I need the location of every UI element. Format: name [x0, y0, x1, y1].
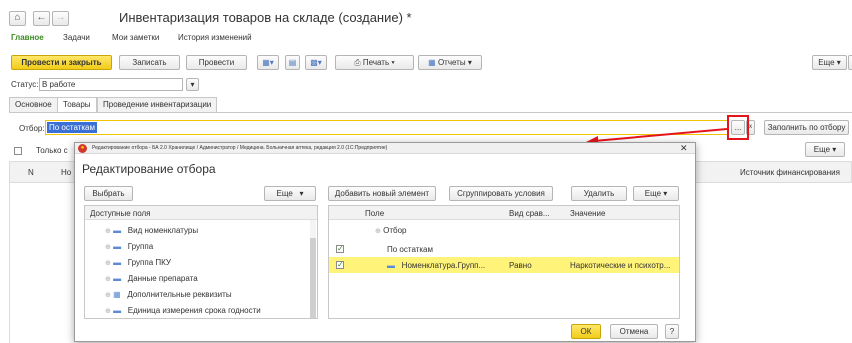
available-fields-panel: Доступные поля ⊕ ▬ Вид номенклатуры ⊕ ▬ …: [84, 205, 318, 319]
col-value-header: Значение: [570, 209, 606, 218]
field-item[interactable]: ⊕ ▬ Единица измерения срока годности: [105, 306, 261, 315]
condition-checkbox[interactable]: ✓: [336, 261, 344, 269]
group-conditions-button[interactable]: Сгруппировать условия: [449, 186, 553, 201]
conditions-header: Поле Вид срав... Значение: [329, 206, 679, 220]
field-item[interactable]: ⊕ ▬ Группа: [105, 242, 153, 251]
root-row[interactable]: ⊕ Отбор: [375, 226, 406, 235]
dialog-close-icon[interactable]: ✕: [680, 143, 688, 154]
select-button[interactable]: Выбрать: [84, 186, 133, 201]
left-scrollbar-thumb[interactable]: [310, 238, 316, 318]
field-item[interactable]: ⊕ ▬ Данные препарата: [105, 274, 198, 283]
right-more-label: Еще: [644, 189, 662, 198]
dialog-heading: Редактирование отбора: [82, 162, 216, 176]
condition-row[interactable]: ✓ ▬ Номенклатура.Групп... Равно Наркотич…: [329, 257, 679, 273]
dialog-help-button[interactable]: ?: [665, 324, 679, 339]
available-fields-label: Доступные поля: [90, 209, 151, 218]
group-label: По остаткам: [387, 245, 434, 254]
col-field-header: Поле: [365, 209, 385, 218]
field-item[interactable]: ⊕ ▬ Группа ПКУ: [105, 258, 171, 267]
delete-button[interactable]: Удалить: [571, 186, 627, 201]
cancel-button[interactable]: Отмена: [610, 324, 658, 339]
left-scrollbar[interactable]: [310, 220, 316, 318]
app-logo-icon: ●: [78, 144, 87, 153]
condition-field: ▬ Номенклатура.Групп...: [387, 261, 486, 270]
left-more-label: Еще: [276, 189, 293, 198]
condition-compare: Равно: [509, 261, 532, 270]
condition-value: Наркотические и психотр...: [570, 261, 671, 270]
group-checkbox[interactable]: ✓: [336, 245, 344, 253]
col-compare-header: Вид срав...: [509, 209, 550, 218]
dialog-window-title: Редактирование отбора - БА 2.0 Хранилище…: [92, 145, 388, 151]
left-more-button[interactable]: Еще ▾: [264, 186, 316, 201]
available-fields-header: Доступные поля: [85, 206, 317, 220]
field-item[interactable]: ⊕ ▬ Вид номенклатуры: [105, 226, 198, 235]
group-row[interactable]: ✓ По остаткам: [329, 242, 679, 257]
conditions-panel: Поле Вид срав... Значение ⊕ Отбор ✓ По о…: [328, 205, 680, 319]
add-element-button[interactable]: Добавить новый элемент: [328, 186, 436, 201]
field-item[interactable]: ⊕ ▦ Дополнительные реквизиты: [105, 290, 232, 299]
right-more-button[interactable]: Еще ▾: [633, 186, 679, 201]
ok-button[interactable]: ОК: [571, 324, 601, 339]
